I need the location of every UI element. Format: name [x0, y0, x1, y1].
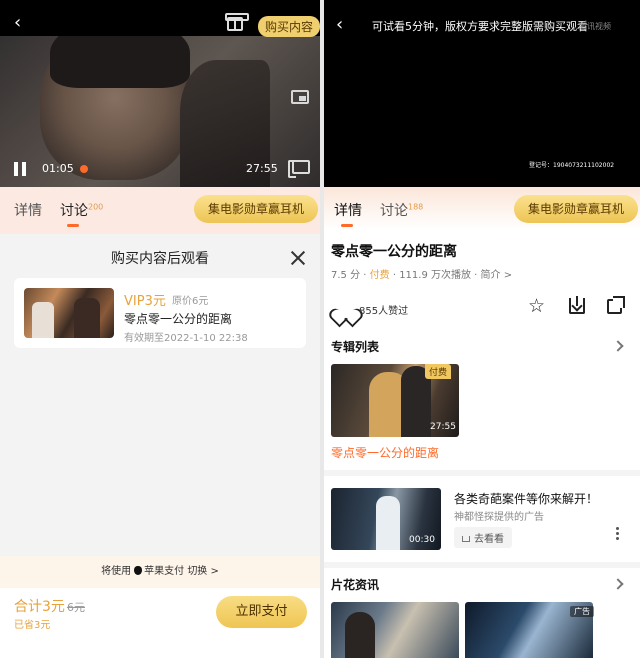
- star-icon[interactable]: ☆: [528, 295, 545, 317]
- payment-prefix: 将使用: [101, 566, 132, 577]
- tab-discussion[interactable]: 讨论200: [60, 200, 104, 227]
- pause-icon[interactable]: [14, 162, 26, 176]
- picture-in-picture-icon[interactable]: [291, 90, 309, 104]
- purchase-item-card[interactable]: VIP3元 原价6元 零点零一公分的距离 有效期至2022-1-10 22:38: [14, 278, 306, 348]
- gift-icon[interactable]: [225, 13, 249, 31]
- download-icon[interactable]: [569, 296, 585, 314]
- video-meta: 7.5 分 · 付费 · 111.9 万次播放 · 简介 >: [331, 270, 513, 281]
- fullscreen-rotate-icon[interactable]: [288, 160, 310, 178]
- video-player[interactable]: ‹ 购买内容 01:05 27:55: [0, 0, 320, 187]
- apple-icon: [134, 566, 143, 575]
- pay-now-button[interactable]: 立即支付: [216, 596, 307, 628]
- heart-icon[interactable]: [336, 301, 350, 313]
- total-price: 合计3元: [14, 599, 65, 615]
- tab-bar: 详情 讨论188 集电影勋章赢耳机: [324, 187, 640, 229]
- screenshot-composite: ‹ 购买内容 01:05 27:55 详情 讨论200 集电影勋章赢耳机 购买内…: [0, 0, 640, 658]
- vip-price: VIP3元: [124, 294, 166, 309]
- divider: [324, 470, 640, 476]
- sheet-title: 购买内容后观看: [111, 251, 209, 267]
- clip-thumbnail[interactable]: [331, 602, 459, 658]
- watermark: 腾讯视频: [579, 22, 611, 31]
- play-count: 111.9 万次播放: [399, 270, 471, 281]
- tab-details[interactable]: 详情: [14, 200, 42, 220]
- switch-link[interactable]: 切换 >: [187, 566, 219, 577]
- total-original-price: 6元: [67, 601, 85, 614]
- divider: [324, 562, 640, 568]
- paid-tag: 付费: [425, 364, 452, 379]
- trial-notice: 可试看5分钟，版权方要求完整版需购买观看: [372, 20, 588, 33]
- purchase-screen: ‹ 购买内容 01:05 27:55 详情 讨论200 集电影勋章赢耳机 购买内…: [0, 0, 320, 658]
- ad-duration: 00:30: [409, 535, 435, 545]
- checkout-footer: 合计3元 6元 已省3元 立即支付: [0, 588, 320, 658]
- paid-label: 付费: [369, 270, 390, 281]
- saved-amount: 已省3元: [14, 620, 51, 631]
- share-icon[interactable]: [607, 296, 625, 314]
- tab-discussion[interactable]: 讨论188: [380, 200, 423, 220]
- more-options-icon[interactable]: [616, 532, 619, 535]
- discussion-count: 188: [408, 202, 424, 212]
- buy-content-button[interactable]: 购买内容: [258, 16, 320, 37]
- like-count: 855人赞过: [359, 306, 409, 317]
- detail-screen: ‹ 可试看5分钟，版权方要求完整版需购买观看 腾讯视频 登记号：19040732…: [324, 0, 640, 658]
- ad-tag: 广告: [570, 606, 594, 617]
- total-time: 27:55: [246, 162, 278, 175]
- episode-title[interactable]: 零点零一公分的距离: [331, 444, 439, 461]
- video-title: 零点零一公分的距离: [331, 244, 457, 260]
- medal-campaign-button[interactable]: 集电影勋章赢耳机: [514, 195, 639, 223]
- original-price: 原价6元: [172, 296, 209, 307]
- progress-thumb[interactable]: [80, 165, 88, 173]
- download-icon: [462, 536, 470, 542]
- ad-title[interactable]: 各类奇葩案件等你来解开！: [454, 490, 598, 507]
- ad-subtitle: 神都怪探提供的广告: [454, 512, 544, 523]
- album-section-title: 专辑列表: [331, 340, 380, 354]
- chevron-right-icon[interactable]: [612, 578, 624, 590]
- item-validity: 有效期至2022-1-10 22:38: [124, 333, 248, 344]
- back-icon[interactable]: ‹: [14, 12, 21, 33]
- discussion-count: 200: [88, 202, 104, 212]
- chevron-right-icon[interactable]: [612, 340, 624, 352]
- clips-section-title: 片花资讯: [331, 578, 380, 592]
- current-time: 01:05: [42, 162, 74, 175]
- video-player[interactable]: ‹ 可试看5分钟，版权方要求完整版需购买观看 腾讯视频 登记号：19040732…: [324, 0, 640, 187]
- item-thumbnail: [24, 288, 114, 338]
- intro-link[interactable]: 简介 >: [481, 270, 513, 281]
- registration-number: 登记号：1904073211102002: [529, 162, 615, 169]
- back-icon[interactable]: ‹: [336, 14, 343, 35]
- item-title: 零点零一公分的距离: [124, 312, 233, 326]
- episode-duration: 27:55: [430, 422, 456, 432]
- payment-method: 苹果支付: [144, 566, 185, 577]
- close-icon[interactable]: [290, 250, 306, 266]
- medal-campaign-button[interactable]: 集电影勋章赢耳机: [194, 195, 319, 223]
- tab-bar: 详情 讨论200 集电影勋章赢耳机: [0, 187, 320, 234]
- score: 7.5 分: [331, 270, 361, 281]
- tab-details[interactable]: 详情: [334, 200, 362, 227]
- payment-method-switch[interactable]: 将使用 苹果支付 切换 >: [0, 556, 320, 588]
- ad-go-button[interactable]: 去看看: [454, 527, 512, 548]
